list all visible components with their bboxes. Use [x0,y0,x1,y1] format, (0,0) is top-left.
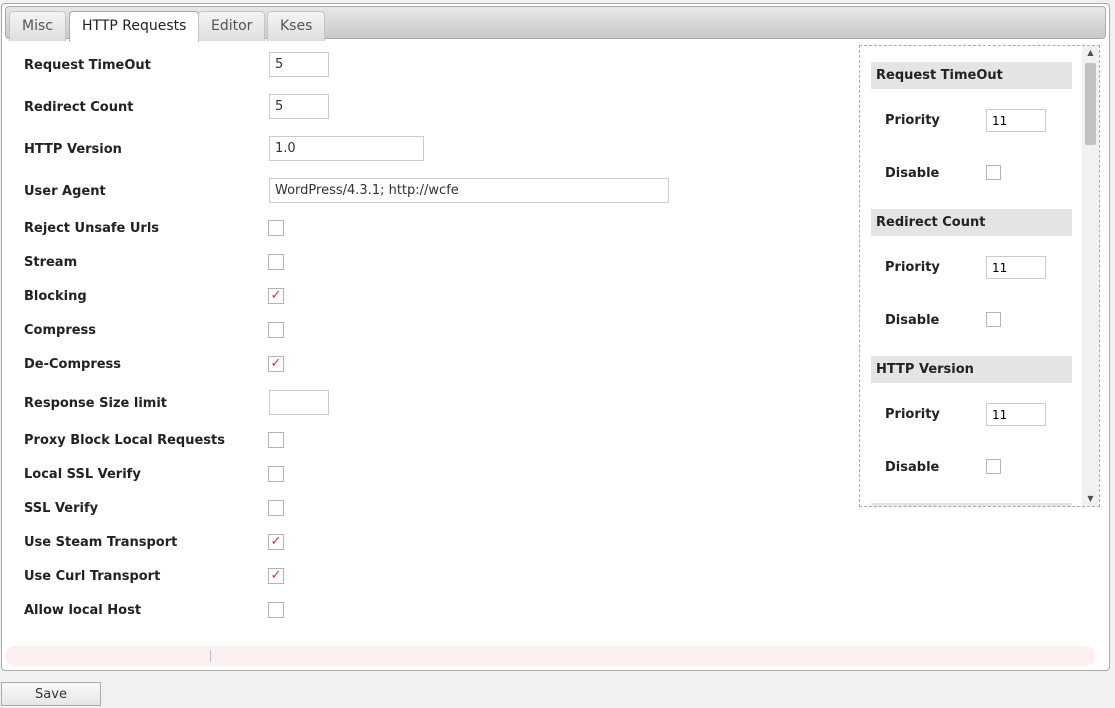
http-version-priority-input[interactable] [986,403,1046,426]
save-button[interactable]: Save [1,682,101,706]
priority-label: Priority [885,113,940,128]
disable-label: Disable [885,460,940,475]
stream-label: Stream [24,255,78,270]
local-ssl-verify-checkbox[interactable] [268,466,284,482]
priority-section-title: Request TimeOut [871,62,1072,89]
use-steam-transport-checkbox[interactable]: ✓ [268,534,284,550]
proxy-block-local-label: Proxy Block Local Requests [24,433,225,448]
http-version-input[interactable] [269,136,424,161]
response-size-limit-label: Response Size limit [24,396,167,411]
priority-panel: Request TimeOut Priority Disable Redirec… [859,45,1100,507]
redirect-count-priority-input[interactable] [986,256,1046,279]
http-version-disable-checkbox[interactable] [986,459,1001,474]
local-ssl-verify-label: Local SSL Verify [24,467,141,482]
response-size-limit-input[interactable] [269,390,329,415]
redirect-count-label: Redirect Count [24,100,134,115]
tab-misc[interactable]: Misc [9,11,66,41]
stream-checkbox[interactable] [268,254,284,270]
redirect-count-disable-checkbox[interactable] [986,312,1001,327]
redirect-count-input[interactable] [269,94,329,119]
decompress-label: De-Compress [24,357,122,372]
tab-http-requests[interactable]: HTTP Requests [69,11,200,42]
tab-bar: Misc HTTP Requests Editor Kses [5,6,1106,42]
reject-unsafe-urls-label: Reject Unsafe Urls [24,221,160,236]
allow-local-host-label: Allow local Host [24,603,142,618]
priority-label: Priority [885,407,940,422]
priority-panel-scrollbar[interactable]: ▲ ▼ [1082,46,1099,506]
priority-section-title: Redirect Count [871,209,1072,236]
user-agent-input[interactable] [269,178,669,203]
priority-section-next [871,503,1072,506]
use-curl-transport-label: Use Curl Transport [24,569,161,584]
ssl-verify-checkbox[interactable] [268,500,284,516]
progress-bar [5,646,1095,666]
decompress-checkbox[interactable]: ✓ [268,356,284,372]
scroll-up-arrow-icon[interactable]: ▲ [1082,46,1099,60]
http-version-label: HTTP Version [24,142,122,157]
progress-divider [210,650,211,662]
compress-label: Compress [24,323,97,338]
priority-section-title: HTTP Version [871,356,1072,383]
use-steam-transport-label: Use Steam Transport [24,535,178,550]
request-timeout-disable-checkbox[interactable] [986,165,1001,180]
request-timeout-input[interactable] [269,52,329,77]
priority-label: Priority [885,260,940,275]
scroll-thumb[interactable] [1085,63,1096,145]
compress-checkbox[interactable] [268,322,284,338]
proxy-block-local-checkbox[interactable] [268,432,284,448]
tab-kses[interactable]: Kses [267,11,326,41]
disable-label: Disable [885,313,940,328]
ssl-verify-label: SSL Verify [24,501,99,516]
tab-editor[interactable]: Editor [198,11,266,41]
blocking-label: Blocking [24,289,87,304]
request-timeout-label: Request TimeOut [24,58,151,73]
request-timeout-priority-input[interactable] [986,109,1046,132]
blocking-checkbox[interactable]: ✓ [268,288,284,304]
reject-unsafe-urls-checkbox[interactable] [268,220,284,236]
use-curl-transport-checkbox[interactable]: ✓ [268,568,284,584]
user-agent-label: User Agent [24,184,106,199]
allow-local-host-checkbox[interactable] [268,602,284,618]
disable-label: Disable [885,166,940,181]
scroll-down-arrow-icon[interactable]: ▼ [1082,492,1099,506]
